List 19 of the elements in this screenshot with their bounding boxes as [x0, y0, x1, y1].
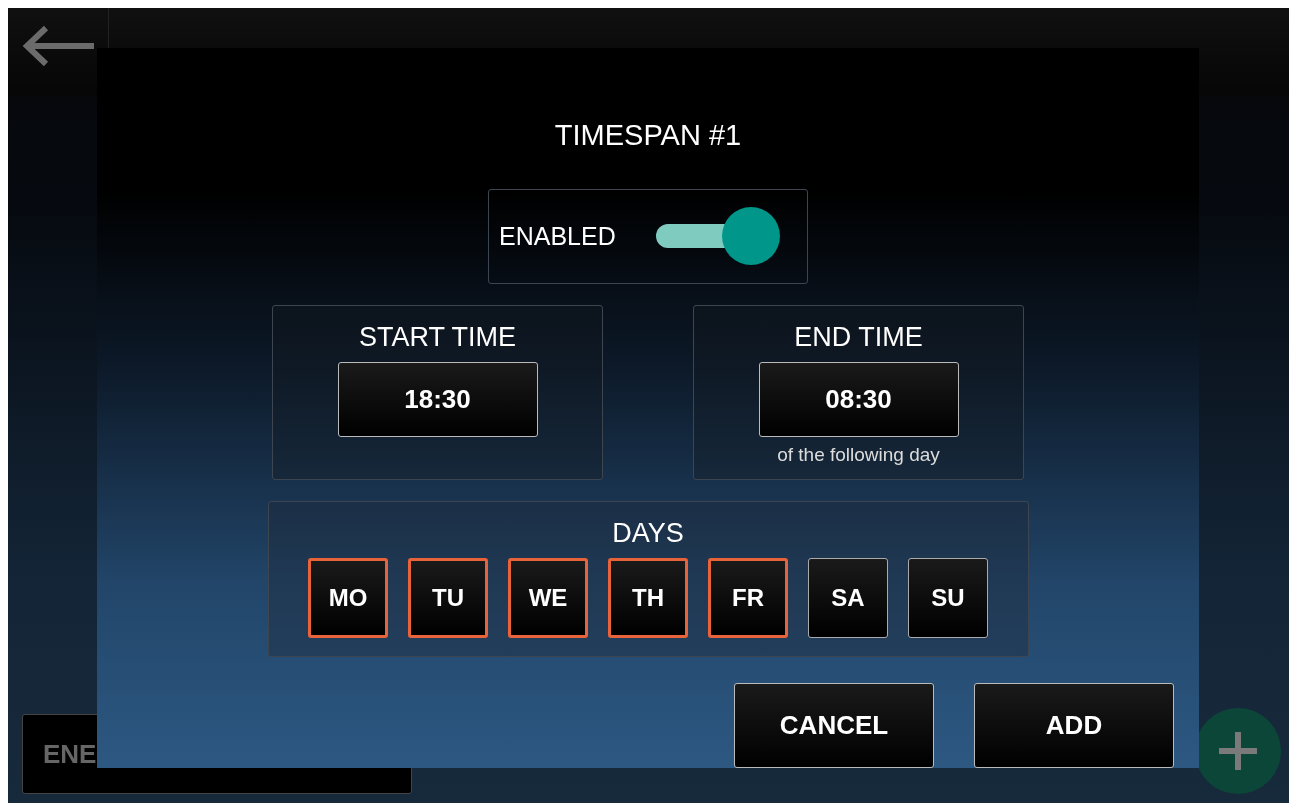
- enabled-label: ENABLED: [499, 221, 616, 251]
- end-time-note: of the following day: [777, 443, 940, 466]
- day-button[interactable]: TH: [608, 557, 688, 638]
- day-button[interactable]: SA: [808, 557, 888, 638]
- day-button[interactable]: SU: [908, 557, 988, 638]
- days-label: DAYS: [612, 516, 684, 550]
- end-time-button[interactable]: 08:30: [758, 361, 959, 437]
- add-button[interactable]: ADD: [974, 683, 1174, 768]
- back-arrow-icon[interactable]: [22, 25, 96, 67]
- day-button[interactable]: FR: [708, 557, 788, 638]
- cancel-button[interactable]: CANCEL: [734, 683, 934, 768]
- start-time-label: START TIME: [359, 320, 516, 354]
- start-time-button[interactable]: 18:30: [337, 361, 538, 437]
- day-button[interactable]: MO: [308, 557, 388, 638]
- day-button[interactable]: WE: [508, 557, 588, 638]
- enabled-toggle[interactable]: [655, 206, 782, 267]
- dialog-title: TIMESPAN #1: [554, 118, 742, 152]
- end-time-label: END TIME: [794, 320, 923, 354]
- day-button[interactable]: TU: [408, 557, 488, 638]
